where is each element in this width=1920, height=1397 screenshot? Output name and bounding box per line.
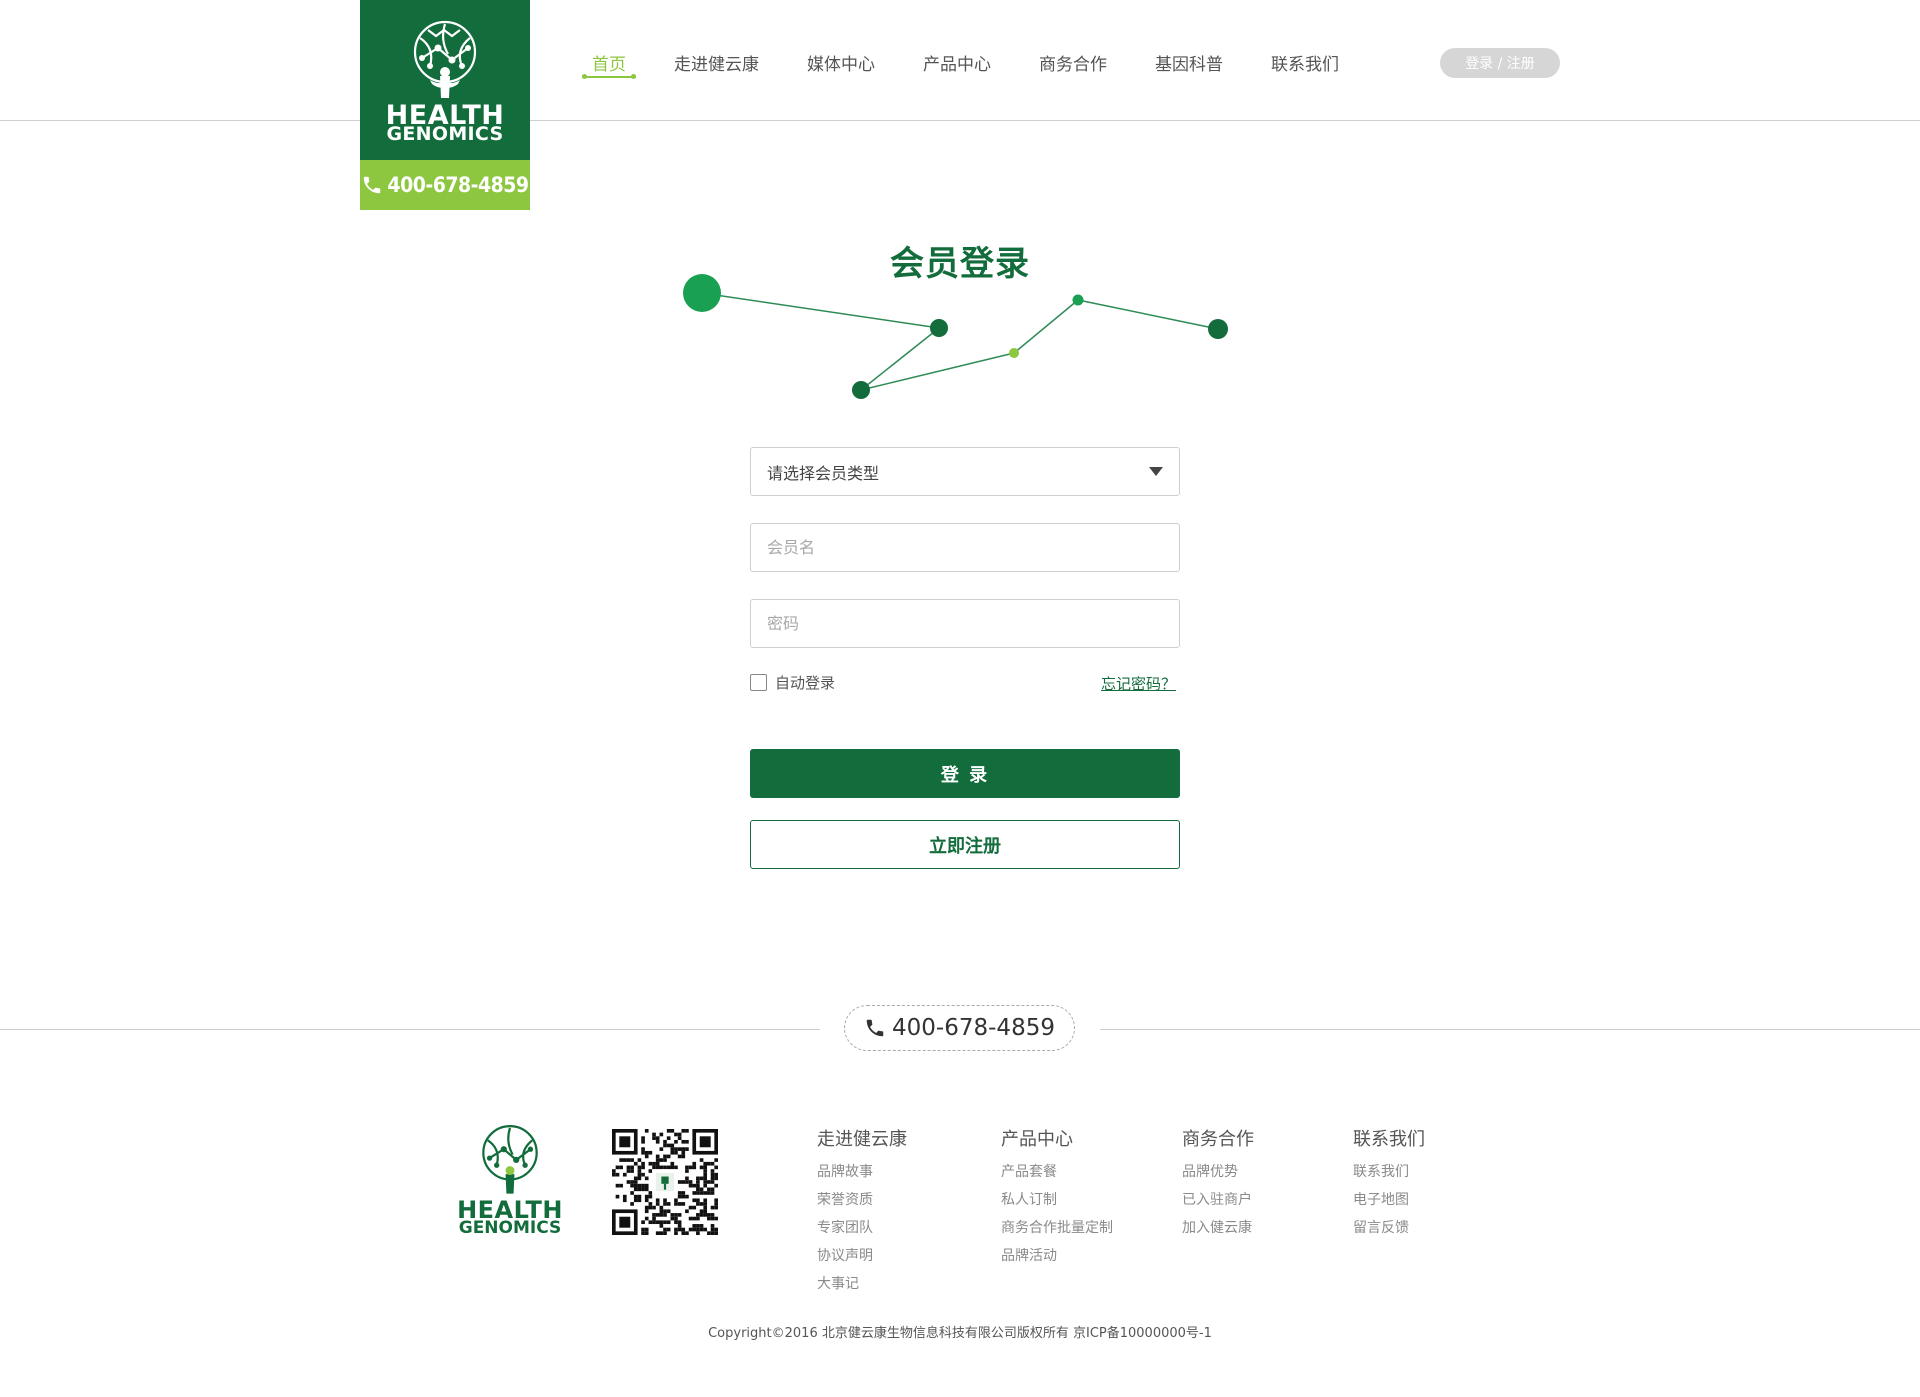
footer-link[interactable]: 品牌优势 — [1182, 1158, 1254, 1186]
footer-column-about: 走进健云康 品牌故事 荣誉资质 专家团队 协议声明 大事记 — [817, 1125, 907, 1298]
footer-link[interactable]: 大事记 — [817, 1270, 907, 1298]
footer-link[interactable]: 联系我们 — [1353, 1158, 1425, 1186]
password-field[interactable] — [750, 599, 1180, 648]
qr-code — [612, 1129, 718, 1235]
nav-item-contact[interactable]: 联系我们 — [1271, 50, 1339, 75]
footer-link[interactable]: 私人订制 — [1001, 1186, 1113, 1214]
footer-logo: HEALTH GENOMICS — [455, 1122, 565, 1238]
chevron-down-icon — [1149, 467, 1163, 476]
header-divider — [0, 120, 1920, 121]
footer-link[interactable]: 品牌故事 — [817, 1158, 907, 1186]
footer-column-title: 商务合作 — [1182, 1129, 1254, 1150]
member-type-select[interactable]: 请选择会员类型 — [750, 447, 1180, 496]
footer-divider-left — [0, 1029, 820, 1030]
nav-item-media[interactable]: 媒体中心 — [807, 50, 875, 75]
auto-login-label[interactable]: 自动登录 — [775, 672, 835, 693]
footer-link[interactable]: 已入驻商户 — [1182, 1186, 1254, 1214]
nav-item-products[interactable]: 产品中心 — [923, 50, 991, 75]
footer-column-products: 产品中心 产品套餐 私人订制 商务合作批量定制 品牌活动 — [1001, 1125, 1113, 1270]
footer-link[interactable]: 留言反馈 — [1353, 1214, 1425, 1242]
tree-logo-icon — [482, 1125, 538, 1194]
header-phone-number: 400-678-4859 — [387, 173, 529, 197]
phone-icon — [866, 1019, 884, 1037]
footer-link[interactable]: 专家团队 — [817, 1214, 907, 1242]
footer-column-title: 产品中心 — [1001, 1129, 1073, 1150]
auto-login-row: 自动登录 — [750, 672, 835, 693]
footer-link[interactable]: 商务合作批量定制 — [1001, 1214, 1113, 1242]
auto-login-checkbox[interactable] — [750, 674, 767, 691]
nav-item-label: 走进健云康 — [674, 55, 759, 75]
header-phone-banner: 400-678-4859 — [360, 160, 530, 210]
footer-column-contact: 联系我们 联系我们 电子地图 留言反馈 — [1353, 1125, 1425, 1242]
nav-item-label: 基因科普 — [1155, 55, 1223, 75]
username-input[interactable] — [767, 538, 1163, 557]
footer-link[interactable]: 电子地图 — [1353, 1186, 1425, 1214]
tree-logo-icon — [413, 20, 477, 98]
footer-divider-right — [1100, 1029, 1920, 1030]
nav-item-gene-science[interactable]: 基因科普 — [1155, 50, 1223, 75]
nav-item-label: 商务合作 — [1039, 55, 1107, 75]
copyright: Copyright©2016 北京健云康生物信息科技有限公司版权所有 京ICP备… — [708, 1326, 1212, 1341]
logo-text-genomics: GENOMICS — [386, 123, 504, 145]
footer-column-title: 联系我们 — [1353, 1129, 1425, 1150]
molecule-decoration — [683, 274, 1228, 399]
nav-item-label: 产品中心 — [923, 55, 991, 75]
nav-item-home[interactable]: 首页 — [582, 50, 636, 79]
footer-logo-text-genomics: GENOMICS — [458, 1218, 562, 1238]
nav-item-label: 联系我们 — [1271, 55, 1339, 75]
phone-icon — [364, 176, 381, 194]
footer-phone-number: 400-678-4859 — [892, 1015, 1055, 1041]
footer-link[interactable]: 协议声明 — [817, 1242, 907, 1270]
member-type-select-value: 请选择会员类型 — [767, 463, 880, 483]
footer-column-title: 走进健云康 — [817, 1129, 907, 1150]
active-nav-indicator — [582, 74, 636, 79]
nav-item-label: 首页 — [592, 55, 626, 75]
main-nav: 首页 走进健云康 媒体中心 产品中心 商务合作 基因科普 联系我们 — [580, 50, 1339, 79]
footer-link[interactable]: 荣誉资质 — [817, 1186, 907, 1214]
nav-item-business[interactable]: 商务合作 — [1039, 50, 1107, 75]
footer-link[interactable]: 加入健云康 — [1182, 1214, 1254, 1242]
forgot-password-link[interactable]: 忘记密码？ — [1101, 673, 1176, 694]
register-button[interactable]: 立即注册 — [750, 820, 1180, 869]
footer-link[interactable]: 产品套餐 — [1001, 1158, 1113, 1186]
username-field[interactable] — [750, 523, 1180, 572]
login-button[interactable]: 登 录 — [750, 749, 1180, 798]
footer-link[interactable]: 品牌活动 — [1001, 1242, 1113, 1270]
login-register-button[interactable]: 登录 / 注册 — [1440, 48, 1560, 78]
nav-item-label: 媒体中心 — [807, 55, 875, 75]
footer-column-business: 商务合作 品牌优势 已入驻商户 加入健云康 — [1182, 1125, 1254, 1242]
footer-phone-badge: 400-678-4859 — [844, 1005, 1075, 1051]
brand-logo[interactable]: HEALTH GENOMICS 400-678-4859 — [360, 0, 530, 210]
nav-item-about[interactable]: 走进健云康 — [674, 50, 759, 75]
logo-panel: HEALTH GENOMICS — [360, 0, 530, 160]
password-input[interactable] — [767, 614, 1163, 633]
